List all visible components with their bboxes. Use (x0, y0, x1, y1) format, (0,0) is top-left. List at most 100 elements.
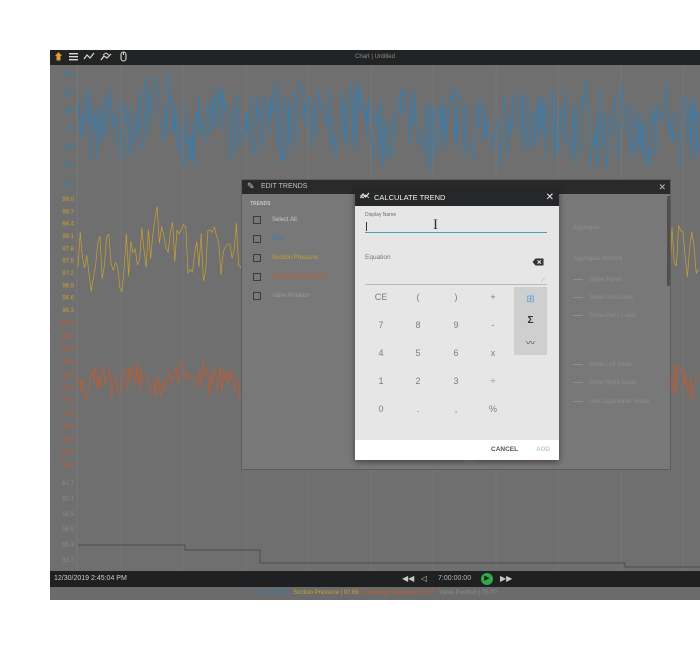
trend-checkbox[interactable] (253, 216, 261, 224)
legend: Flow | 202.90 Suction Pressure | 97.69 Dis… (50, 587, 700, 600)
time-range-label[interactable]: 7:00:00:00 (438, 571, 471, 587)
trend-checkbox[interactable] (253, 292, 261, 300)
trend-checkbox[interactable] (253, 235, 261, 243)
y-tick-label: 60.1 (62, 496, 74, 502)
y-tick-label: 61.7 (62, 481, 74, 487)
trend-label: Select All (272, 217, 297, 223)
tag-icon[interactable]: ⊞ (514, 289, 547, 311)
add-button[interactable]: ADD (536, 440, 550, 460)
y-tick-label: 100.0 (59, 321, 75, 327)
toggle-indicator (573, 297, 583, 298)
keypad-key[interactable]: x (478, 341, 508, 365)
trend-icon[interactable]: 〰 (514, 332, 547, 354)
close-icon[interactable]: ✕ (658, 180, 666, 194)
playback-bar: 12/30/2019 2:45:04 PM ◀◀ ◁ 7:00:00:00 ▶ … (50, 571, 700, 587)
legend-item: Valve Position | 75.00 (439, 590, 497, 596)
toggle-indicator (573, 382, 583, 383)
keypad-key[interactable]: 5 (403, 341, 433, 365)
y-tick-label: 310 (64, 72, 75, 78)
keypad-key[interactable]: 3 (441, 369, 471, 393)
current-timestamp: 12/30/2019 2:45:04 PM (54, 575, 127, 582)
keypad-key[interactable]: 1 (366, 369, 396, 393)
y-tick-label: 56.9 (62, 527, 74, 533)
chart-option-label: Show Grid Lines (589, 295, 634, 301)
chart-option-label: Use Logarithmic Scale (589, 399, 650, 405)
keypad-key[interactable]: 8 (403, 313, 433, 337)
y-tick-label: 97.2 (62, 271, 74, 277)
y-tick-label: 160 (64, 163, 75, 169)
keypad-key[interactable]: . (403, 397, 433, 421)
y-tick-label: 96.3 (62, 308, 74, 314)
legend-item: Flow | 202.90 (253, 590, 290, 596)
y-tick-label: 96.6 (62, 296, 74, 302)
backspace-icon[interactable] (532, 253, 544, 266)
keypad-key[interactable]: ( (403, 285, 433, 309)
y-tick-label: 92.4 (62, 347, 74, 353)
trend-label: Discharge Pressure (272, 274, 325, 280)
y-tick-label: 98.7 (62, 209, 74, 215)
y-tick-label: 96.9 (62, 283, 74, 289)
trend-label: Valve Position (272, 293, 310, 299)
close-icon[interactable]: ✕ (546, 189, 554, 206)
trend-checkbox[interactable] (253, 254, 261, 262)
y-tick-label: 62.0 (62, 450, 74, 456)
y-tick-label: 81.0 (62, 386, 74, 392)
keypad-key[interactable]: CE (366, 285, 396, 309)
chart-option-label: Aggregate Method (573, 256, 623, 262)
keypad-key[interactable]: + (478, 285, 508, 309)
keypad-key[interactable]: % (478, 397, 508, 421)
keypad-key[interactable]: 6 (441, 341, 471, 365)
chart-option-label: Show Right Scale (589, 380, 637, 386)
keypad-key[interactable]: 2 (403, 369, 433, 393)
y-tick-label: 58.5 (62, 512, 74, 518)
trend-checkbox[interactable] (253, 273, 261, 281)
toggle-indicator (573, 279, 583, 280)
chart-option-label: Show Left Scale (589, 362, 633, 368)
aggregate-label: Aggregate (573, 225, 601, 231)
calculate-trend-header: CALCULATE TREND ✕ (355, 189, 559, 206)
y-tick-label: 220 (64, 127, 75, 133)
cancel-button[interactable]: CANCEL (491, 440, 518, 460)
toggle-indicator (573, 401, 583, 402)
fast-forward-button[interactable]: ▶▶ (500, 573, 512, 585)
calculate-trend-footer: CANCEL ADD (355, 440, 559, 460)
sum-icon[interactable]: Σ (514, 310, 547, 332)
equation-label: Equation (365, 254, 391, 261)
function-panel: ⊞ Σ 〰 (514, 287, 547, 355)
trend-label: Flow (272, 236, 285, 242)
y-tick-label: 99.0 (62, 197, 74, 203)
y-tick-label: 98.4 (62, 222, 74, 228)
keypad-key[interactable]: ) (441, 285, 471, 309)
toggle-indicator (573, 315, 583, 316)
y-tick-label: 97.5 (62, 259, 74, 265)
keypad-key[interactable]: ÷ (478, 369, 508, 393)
y-tick-label: 65.8 (62, 437, 74, 443)
y-tick-label: 130 (64, 181, 75, 187)
keypad-key[interactable]: - (478, 313, 508, 337)
resize-handle-icon[interactable]: ⟋ (541, 278, 545, 285)
calculate-trend-body: Display Name I Equation ⟋ CE () +7 8 9- 4 5 6 x 1… (355, 206, 559, 440)
y-tick-label: 280 (64, 90, 75, 96)
keypad-key[interactable]: 9 (441, 313, 471, 337)
text-caret (366, 222, 367, 231)
play-button[interactable]: ▶ (481, 573, 493, 585)
display-name-input[interactable] (365, 220, 547, 233)
edit-trends-title: EDIT TRENDS (261, 183, 308, 190)
title-bar: Chart | Untitled (50, 50, 700, 65)
rewind-button[interactable]: ◀◀ (402, 573, 414, 585)
keypad-key[interactable]: , (441, 397, 471, 421)
pencil-icon: ✎ (247, 181, 255, 191)
legend-item: Discharge Pressure | 92.00 (362, 590, 436, 596)
keypad-key[interactable]: 7 (366, 313, 396, 337)
legend-item: Suction Pressure | 97.69 (293, 590, 359, 596)
trend-label: Suction Pressure (272, 255, 318, 261)
y-tick-label: 69.6 (62, 424, 74, 430)
keypad-key[interactable]: 4 (366, 341, 396, 365)
y-tick-label: 97.8 (62, 246, 74, 252)
edit-trends-scrollbar[interactable] (667, 196, 670, 286)
text-cursor-icon: I (433, 217, 438, 233)
y-tick-label: 190 (64, 145, 75, 151)
step-back-button[interactable]: ◁ (418, 573, 430, 585)
calculate-trend-title: CALCULATE TREND (374, 193, 446, 202)
keypad-key[interactable]: 0 (366, 397, 396, 421)
